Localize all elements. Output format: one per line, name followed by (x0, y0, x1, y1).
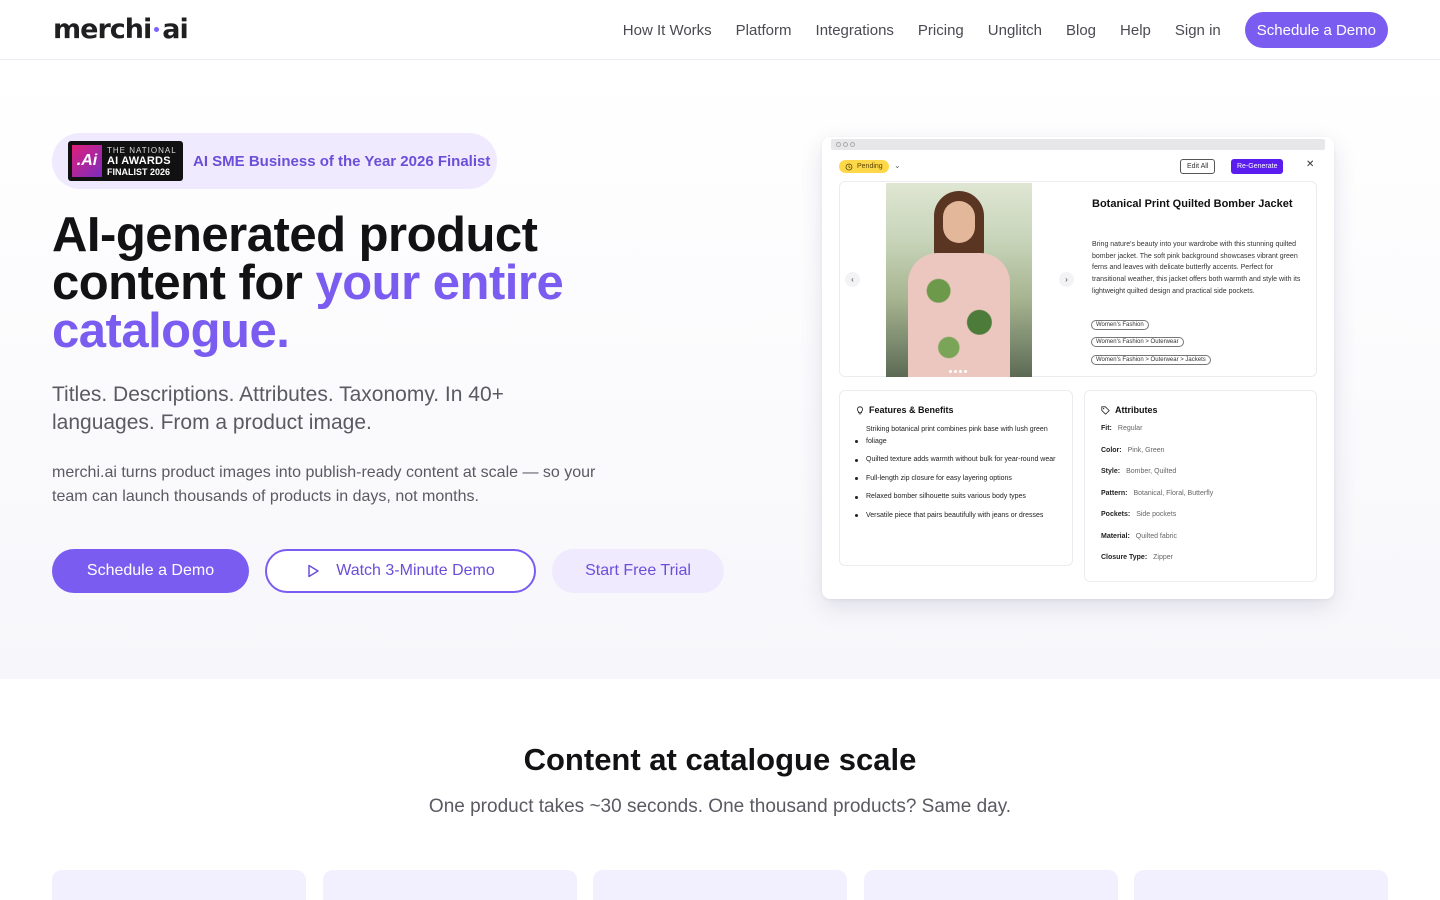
chevron-down-icon[interactable]: ⌄ (894, 161, 901, 170)
attribute-row: Material: Quilted fabric (1101, 532, 1178, 540)
product-image (886, 183, 1032, 377)
stat-tile (1134, 870, 1388, 900)
tag-icon (1101, 405, 1110, 415)
window-dot-icon (850, 142, 855, 147)
play-icon (308, 564, 319, 578)
schedule-demo-button[interactable]: Schedule a Demo (52, 549, 249, 593)
list-item: Quilted texture adds warmth without bulk… (855, 454, 1060, 466)
nav-link-help[interactable]: Help (1120, 22, 1151, 39)
hero-subhead: Titles. Descriptions. Attributes. Taxono… (52, 383, 504, 434)
watch-demo-label: Watch 3-Minute Demo (336, 562, 495, 579)
window-dot-icon (836, 142, 841, 147)
stat-tile (52, 870, 306, 900)
product-mockup: Pending ⌄ Edit All Re-Generate ✕ ‹ › Bot… (822, 137, 1334, 599)
ai-awards-icon: .Ai (72, 145, 102, 177)
regenerate-button[interactable]: Re-Generate (1231, 159, 1284, 174)
regenerate-label: Re-Generate (1237, 163, 1278, 170)
section-title: Content at catalogue scale (523, 742, 917, 777)
headline-line2-accent: your entire (315, 256, 564, 310)
nav-link-blog[interactable]: Blog (1066, 22, 1096, 39)
list-item: Full-length zip closure for easy layerin… (855, 473, 1060, 485)
features-card: Features & Benefits Striking botanical p… (839, 390, 1073, 566)
product-card: ‹ › Botanical Print Quilted Bomber Jacke… (839, 181, 1317, 377)
nav-link-platform[interactable]: Platform (736, 22, 792, 39)
stat-tiles (52, 870, 1388, 900)
status-label: Pending (857, 163, 883, 170)
logo-text-right: ai (162, 14, 189, 45)
award-text: AI SME Business of the Year 2026 Finalis… (193, 152, 491, 170)
nav-links: How It Works Platform Integrations Prici… (599, 12, 1388, 48)
headline-line1: AI-generated product (52, 208, 538, 262)
stat-tile (593, 870, 847, 900)
attributes-heading: Attributes (1101, 405, 1158, 415)
watch-demo-button[interactable]: Watch 3-Minute Demo (265, 549, 536, 593)
attributes-list: Fit: Regular Color: Pink, Green Style: Bomb… (1101, 423, 1213, 574)
hero-body: merchi.ai turns product images into publ… (52, 464, 596, 505)
chevron-right-icon[interactable]: › (1059, 272, 1074, 287)
product-title: Botanical Print Quilted Bomber Jacket (1092, 198, 1293, 210)
top-nav: merchi ai How It Works Platform Integrati… (0, 0, 1440, 60)
attribute-row: Color: Pink, Green (1101, 446, 1165, 454)
attribute-row: Style: Bomber, Quilted (1101, 468, 1177, 475)
merchi-logo[interactable]: merchi ai (53, 14, 189, 46)
nav-link-unglitch[interactable]: Unglitch (988, 22, 1042, 39)
award-pill: .Ai THE NATIONAL AI AWARDS FINALIST 2026… (52, 133, 497, 189)
award-badge-line3: FINALIST 2026 (107, 166, 171, 177)
window-dot-icon (843, 142, 848, 147)
headline-line3-accent: catalogue. (52, 304, 290, 358)
edit-all-button[interactable]: Edit All (1180, 159, 1216, 174)
award-badge-line1: THE NATIONAL (107, 145, 177, 155)
list-item: Versatile piece that pairs beautifully w… (855, 510, 1060, 522)
attribute-row: Fit: Regular (1101, 425, 1143, 432)
nav-schedule-demo-button[interactable]: Schedule a Demo (1244, 12, 1388, 48)
award-badge-line2: AI AWARDS (107, 154, 171, 167)
taxonomy-tag[interactable]: Women's Fashion (1091, 320, 1149, 330)
features-list: Striking botanical print combines pink b… (855, 424, 1060, 528)
features-heading: Features & Benefits (856, 405, 954, 415)
attribute-row: Pattern: Botanical, Floral, Butterfly (1101, 489, 1214, 497)
hero-section: .Ai THE NATIONAL AI AWARDS FINALIST 2026… (0, 61, 1440, 679)
edit-all-label: Edit All (1187, 163, 1209, 170)
stat-tile (322, 870, 577, 900)
stat-tile (863, 870, 1118, 900)
window-bar (831, 139, 1325, 150)
lightbulb-icon (857, 405, 863, 414)
attributes-title: Attributes (1115, 405, 1158, 415)
nav-link-integrations[interactable]: Integrations (816, 22, 894, 39)
features-title: Features & Benefits (869, 405, 954, 415)
status-badge[interactable]: Pending (839, 160, 889, 173)
carousel-dots[interactable] (949, 370, 967, 373)
section-subtitle: One product takes ~30 seconds. One thous… (428, 796, 1012, 817)
nav-link-sign-in[interactable]: Sign in (1175, 22, 1221, 39)
list-item: Relaxed bomber silhouette suits various … (855, 491, 1060, 503)
logo-dot (154, 27, 160, 32)
product-description: Bring nature's beauty into your wardrobe… (1092, 241, 1301, 295)
attributes-card: Attributes Fit: Regular Color: Pink, Green… (1084, 390, 1317, 582)
chevron-left-icon[interactable]: ‹ (845, 272, 860, 287)
attribute-row: Pockets: Side pockets (1101, 511, 1177, 518)
award-badge-logo: .Ai THE NATIONAL AI AWARDS FINALIST 2026 (68, 141, 183, 181)
start-free-trial-button[interactable]: Start Free Trial (552, 549, 724, 593)
attribute-row: Closure Type: Zipper (1101, 554, 1173, 561)
taxonomy-tag[interactable]: Women's Fashion > Outerwear (1091, 337, 1184, 347)
nav-link-how-it-works[interactable]: How It Works (623, 22, 712, 39)
nav-link-pricing[interactable]: Pricing (918, 22, 964, 39)
taxonomy-tag[interactable]: Women's Fashion > Outerwear > Jackets (1091, 355, 1211, 365)
clock-icon (845, 163, 853, 170)
logo-text-left: merchi (53, 14, 152, 45)
headline-line2-plain: content for (52, 256, 316, 310)
close-icon[interactable]: ✕ (1306, 159, 1314, 170)
hero-headline: AI-generated product content for your en… (52, 208, 692, 358)
list-item: Striking botanical print combines pink b… (855, 424, 1060, 447)
